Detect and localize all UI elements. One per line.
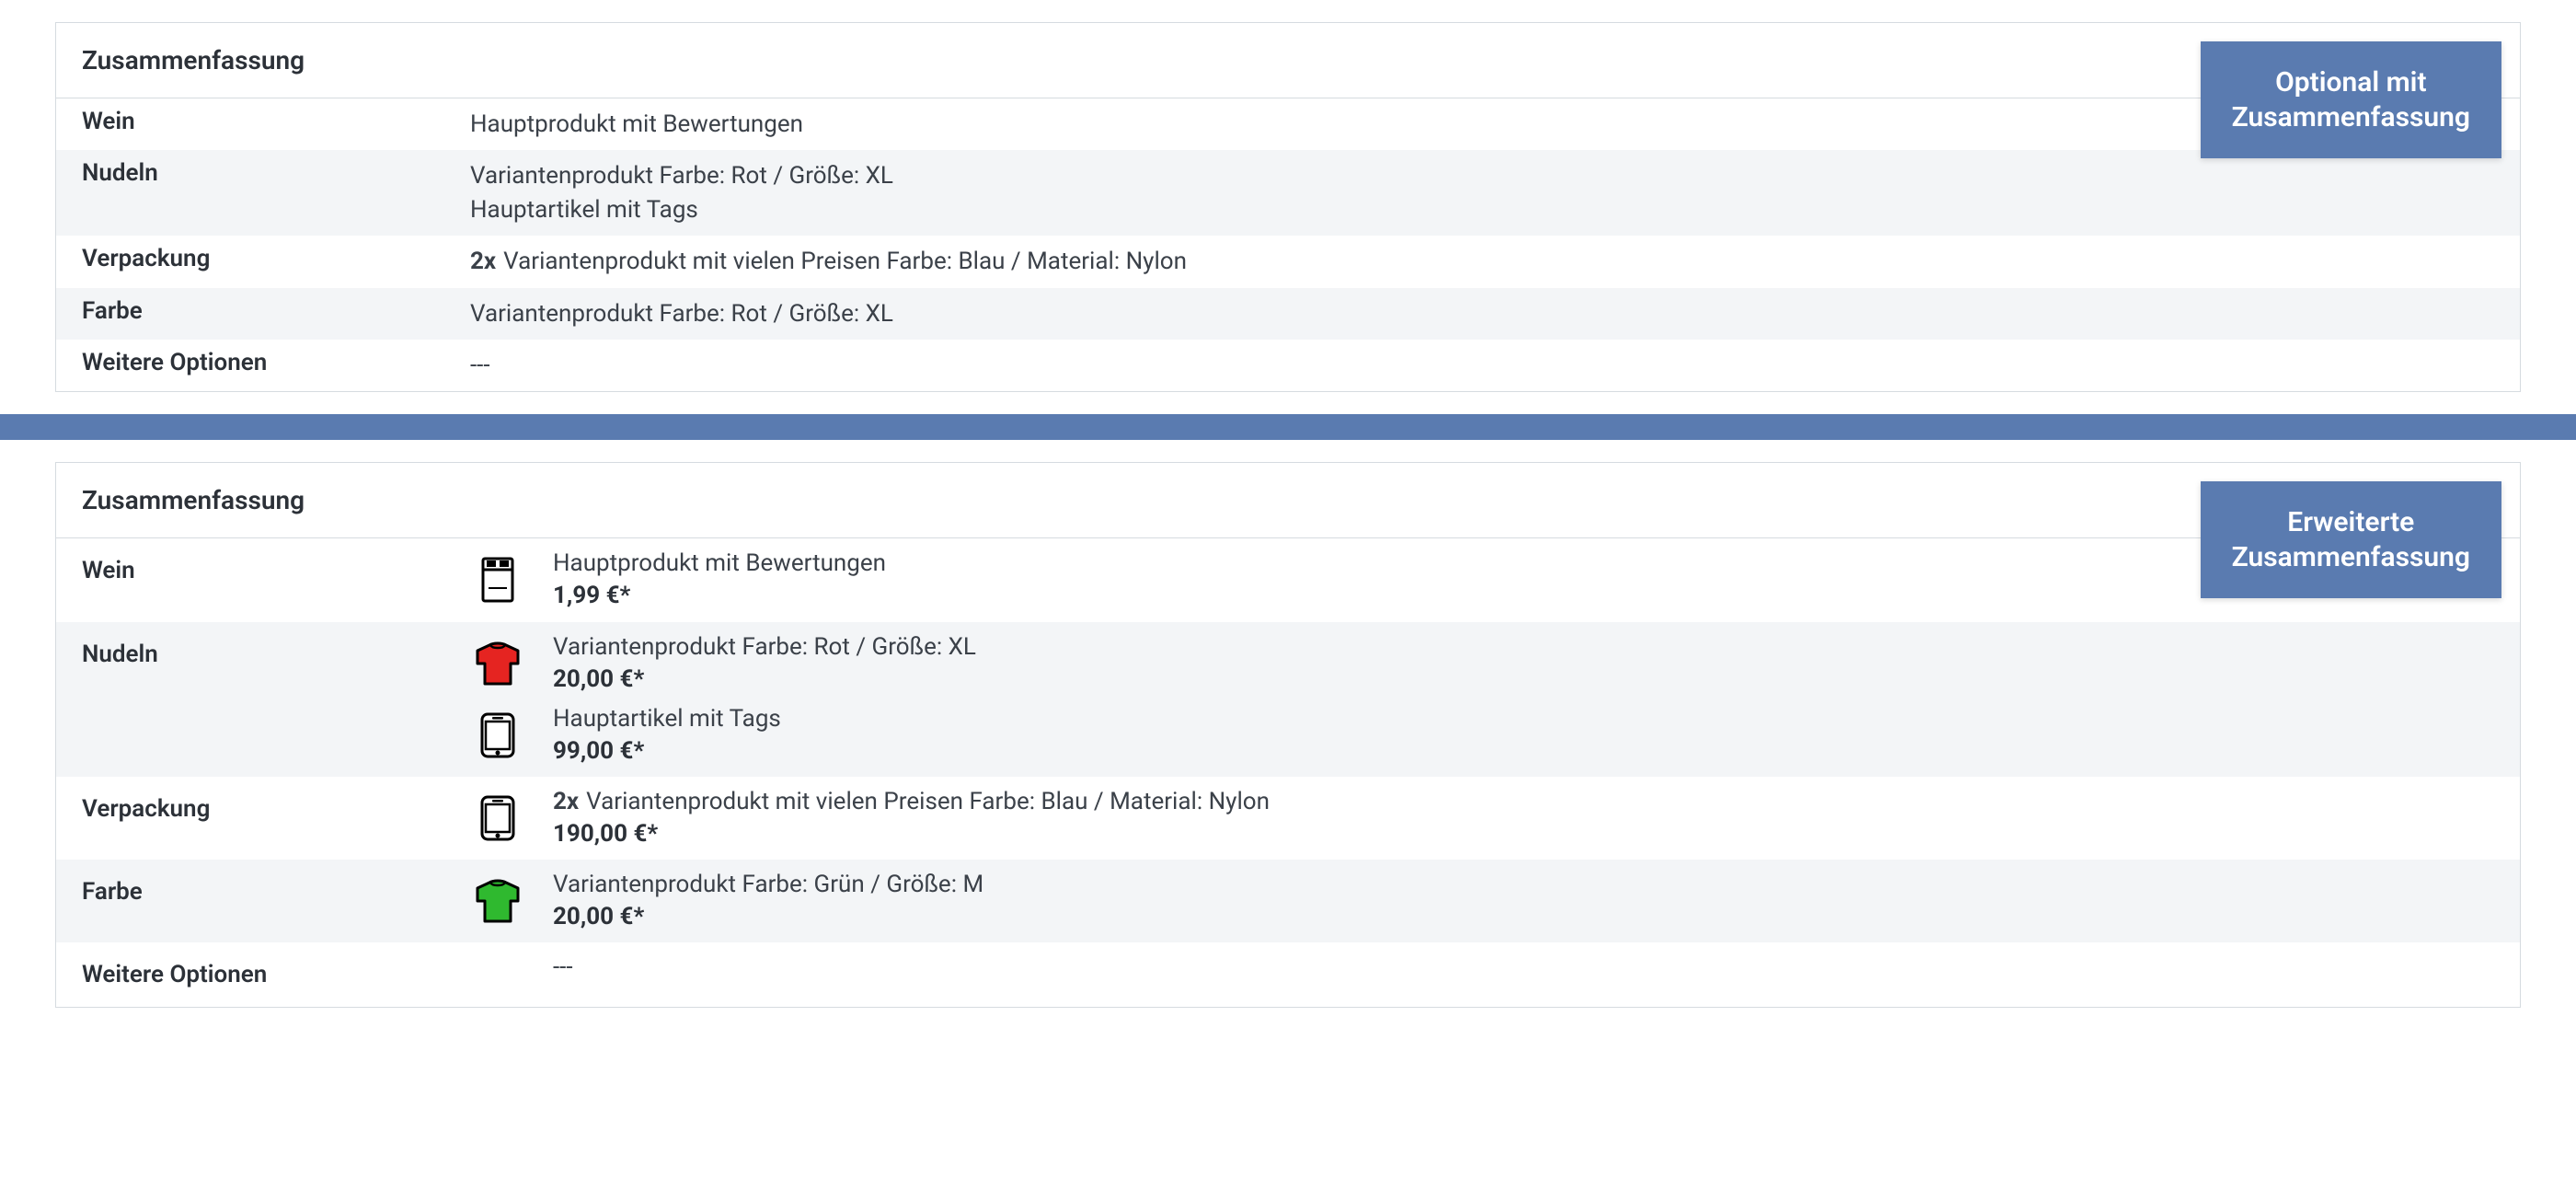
row-label: Weitere Optionen [56, 942, 470, 1007]
product-text: Hauptartikel mit Tags 99,00 €* [553, 703, 781, 768]
product-item: --- [470, 948, 2520, 987]
summary-row-verpackung: Verpackung 2xVariantenprodukt mit vielen… [56, 236, 2520, 287]
section-divider [0, 414, 2576, 440]
ext-row-verpackung: Verpackung 2xVariantenprodukt mit vielen… [56, 777, 2520, 860]
row-label: Farbe [56, 288, 470, 334]
chocolate-icon [470, 557, 525, 603]
row-label: Nudeln [56, 150, 470, 196]
row-label: Nudeln [56, 622, 470, 687]
row-label: Verpackung [56, 236, 470, 282]
product-line: 2xVariantenprodukt mit vielen Preisen Fa… [553, 786, 1270, 818]
row-label: Wein [56, 538, 470, 603]
row-value: --- [470, 942, 2520, 993]
summary-panel-extended: Zusammenfassung Erweiterte Zusammenfassu… [55, 462, 2521, 1008]
summary-panel-simple: Zusammenfassung Optional mit Zusammenfas… [55, 22, 2521, 392]
row-value: --- [470, 340, 2520, 391]
value-line: --- [470, 349, 2520, 382]
badge-extended-summary: Erweiterte Zusammenfassung [2201, 481, 2501, 598]
product-item: 2xVariantenprodukt mit vielen Preisen Fa… [470, 782, 2520, 854]
row-value: Variantenprodukt Farbe: Rot / Größe: XL … [470, 622, 2520, 777]
value-line: Variantenprodukt Farbe: Rot / Größe: XL [470, 159, 2520, 192]
product-item: Variantenprodukt Farbe: Rot / Größe: XL … [470, 628, 2520, 699]
shirt-red-icon [470, 641, 525, 686]
row-label: Farbe [56, 860, 470, 924]
row-value: 2xVariantenprodukt mit vielen Preisen Fa… [470, 236, 2520, 287]
summary-row-wein: Wein Hauptprodukt mit Bewertungen [56, 98, 2520, 150]
product-text: 2xVariantenprodukt mit vielen Preisen Fa… [553, 786, 1270, 850]
row-value: Variantenprodukt Farbe: Grün / Größe: M … [470, 860, 2520, 942]
row-label: Wein [56, 98, 470, 144]
ext-row-nudeln: Nudeln Variantenprodukt Farbe: Rot / Grö… [56, 622, 2520, 777]
product-text: Variantenprodukt Farbe: Grün / Größe: M … [553, 869, 983, 933]
ext-row-farbe: Farbe Variantenprodukt Farbe: Grün / Grö… [56, 860, 2520, 942]
product-item: Variantenprodukt Farbe: Grün / Größe: M … [470, 865, 2520, 937]
summary-row-nudeln: Nudeln Variantenprodukt Farbe: Rot / Grö… [56, 150, 2520, 236]
badge-optional-summary: Optional mit Zusammenfassung [2201, 41, 2501, 158]
row-label: Verpackung [56, 777, 470, 841]
value-line: Hauptartikel mit Tags [470, 193, 2520, 226]
ext-row-wein: Wein Hauptprodukt mit Bewertungen 1,99 €… [56, 538, 2520, 621]
product-text: Hauptprodukt mit Bewertungen 1,99 €* [553, 548, 886, 612]
phone-icon [470, 794, 525, 842]
value-line: Variantenprodukt Farbe: Rot / Größe: XL [470, 297, 2520, 330]
value-line: 2xVariantenprodukt mit vielen Preisen Fa… [470, 245, 2520, 278]
shirt-green-icon [470, 879, 525, 923]
summary-row-weitere-optionen: Weitere Optionen --- [56, 340, 2520, 391]
product-text: --- [553, 952, 573, 984]
panel-title: Zusammenfassung [56, 463, 2520, 538]
row-value: 2xVariantenprodukt mit vielen Preisen Fa… [470, 777, 2520, 860]
product-item: Hauptartikel mit Tags 99,00 €* [470, 699, 2520, 771]
summary-rows: Wein Hauptprodukt mit Bewertungen Nudeln… [56, 98, 2520, 391]
panel-title: Zusammenfassung [56, 23, 2520, 98]
row-value: Variantenprodukt Farbe: Rot / Größe: XL … [470, 150, 2520, 236]
extended-rows: Wein Hauptprodukt mit Bewertungen 1,99 €… [56, 538, 2520, 1007]
summary-row-farbe: Farbe Variantenprodukt Farbe: Rot / Größ… [56, 288, 2520, 340]
product-text: Variantenprodukt Farbe: Rot / Größe: XL … [553, 631, 976, 696]
row-value: Variantenprodukt Farbe: Rot / Größe: XL [470, 288, 2520, 340]
ext-row-weitere-optionen: Weitere Optionen --- [56, 942, 2520, 1007]
phone-icon [470, 711, 525, 759]
row-label: Weitere Optionen [56, 340, 470, 386]
